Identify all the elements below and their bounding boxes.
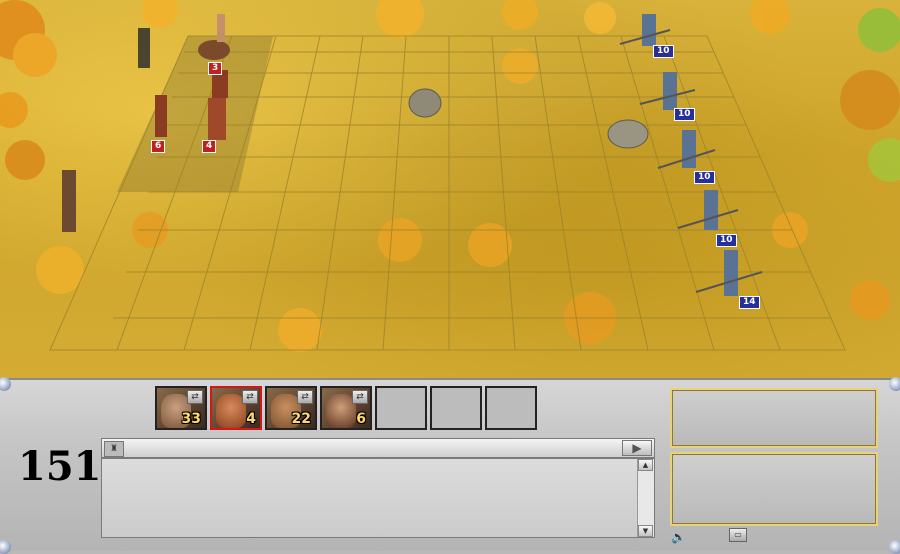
unit-count-label: 10 xyxy=(674,108,695,121)
unit-count-label: 4 xyxy=(202,140,217,153)
split-icon[interactable]: ⇄ xyxy=(187,390,203,404)
arrow-up-icon[interactable]: ▲ xyxy=(638,459,653,471)
corner-ornament-icon xyxy=(0,377,11,391)
unit-count-label: 3 xyxy=(208,62,223,75)
unit-count-label: 10 xyxy=(716,234,737,247)
army-slot-ogre[interactable]: ⇄ 33 xyxy=(155,386,207,430)
corner-ornament-icon xyxy=(889,377,900,391)
army-slot-empty[interactable] xyxy=(375,386,427,430)
army-slot-count: 33 xyxy=(181,411,201,427)
arrow-down-icon[interactable]: ▼ xyxy=(638,525,653,537)
log-header: ♜ ▶ xyxy=(101,438,655,458)
corner-ornament-icon xyxy=(0,540,11,554)
message-log[interactable]: ▲ ▼ xyxy=(101,458,655,538)
info-panel-top xyxy=(670,388,878,448)
army-slot-count: 6 xyxy=(356,411,366,427)
speaker-icon[interactable]: 🔈 xyxy=(671,530,686,544)
army-slot-empty[interactable] xyxy=(430,386,482,430)
corner-ornament-icon xyxy=(889,540,900,554)
turn-number: 151 xyxy=(18,443,102,490)
army-slot-empty[interactable] xyxy=(485,386,537,430)
control-panel: 151 ⇄ 33 ⇄ 4 ⇄ 22 ⇄ 6 ♜ ▶ ▲ ▼ 🔈 ▭ xyxy=(0,377,900,554)
unit-count-label: 6 xyxy=(151,140,166,153)
info-panel-bottom xyxy=(670,452,878,526)
army-bar: ⇄ 33 ⇄ 4 ⇄ 22 ⇄ 6 xyxy=(155,386,537,430)
split-icon[interactable]: ⇄ xyxy=(352,390,368,404)
split-icon[interactable]: ⇄ xyxy=(242,390,258,404)
army-slot-count: 22 xyxy=(291,411,311,427)
enemy-army xyxy=(619,14,763,296)
unit-count-label: 10 xyxy=(694,171,715,184)
army-slot-orc[interactable]: ⇄ 22 xyxy=(265,386,317,430)
unit-count-label: 10 xyxy=(653,45,674,58)
army-slot-amazon[interactable]: ⇄ 6 xyxy=(320,386,372,430)
battlefield-scenery xyxy=(0,0,900,352)
unit-count-label: 14 xyxy=(739,296,760,309)
log-scrollbar[interactable]: ▲ ▼ xyxy=(637,459,654,537)
arrow-right-icon[interactable]: ▶ xyxy=(622,440,652,456)
split-icon[interactable]: ⇄ xyxy=(297,390,313,404)
window-icon[interactable]: ▭ xyxy=(729,528,747,542)
army-slot-minotaur[interactable]: ⇄ 4 xyxy=(210,386,262,430)
battlefield[interactable]: 3 6 4 10 10 10 10 14 xyxy=(0,0,900,378)
army-slot-count: 4 xyxy=(246,411,256,427)
army-icon[interactable]: ♜ xyxy=(104,441,124,457)
